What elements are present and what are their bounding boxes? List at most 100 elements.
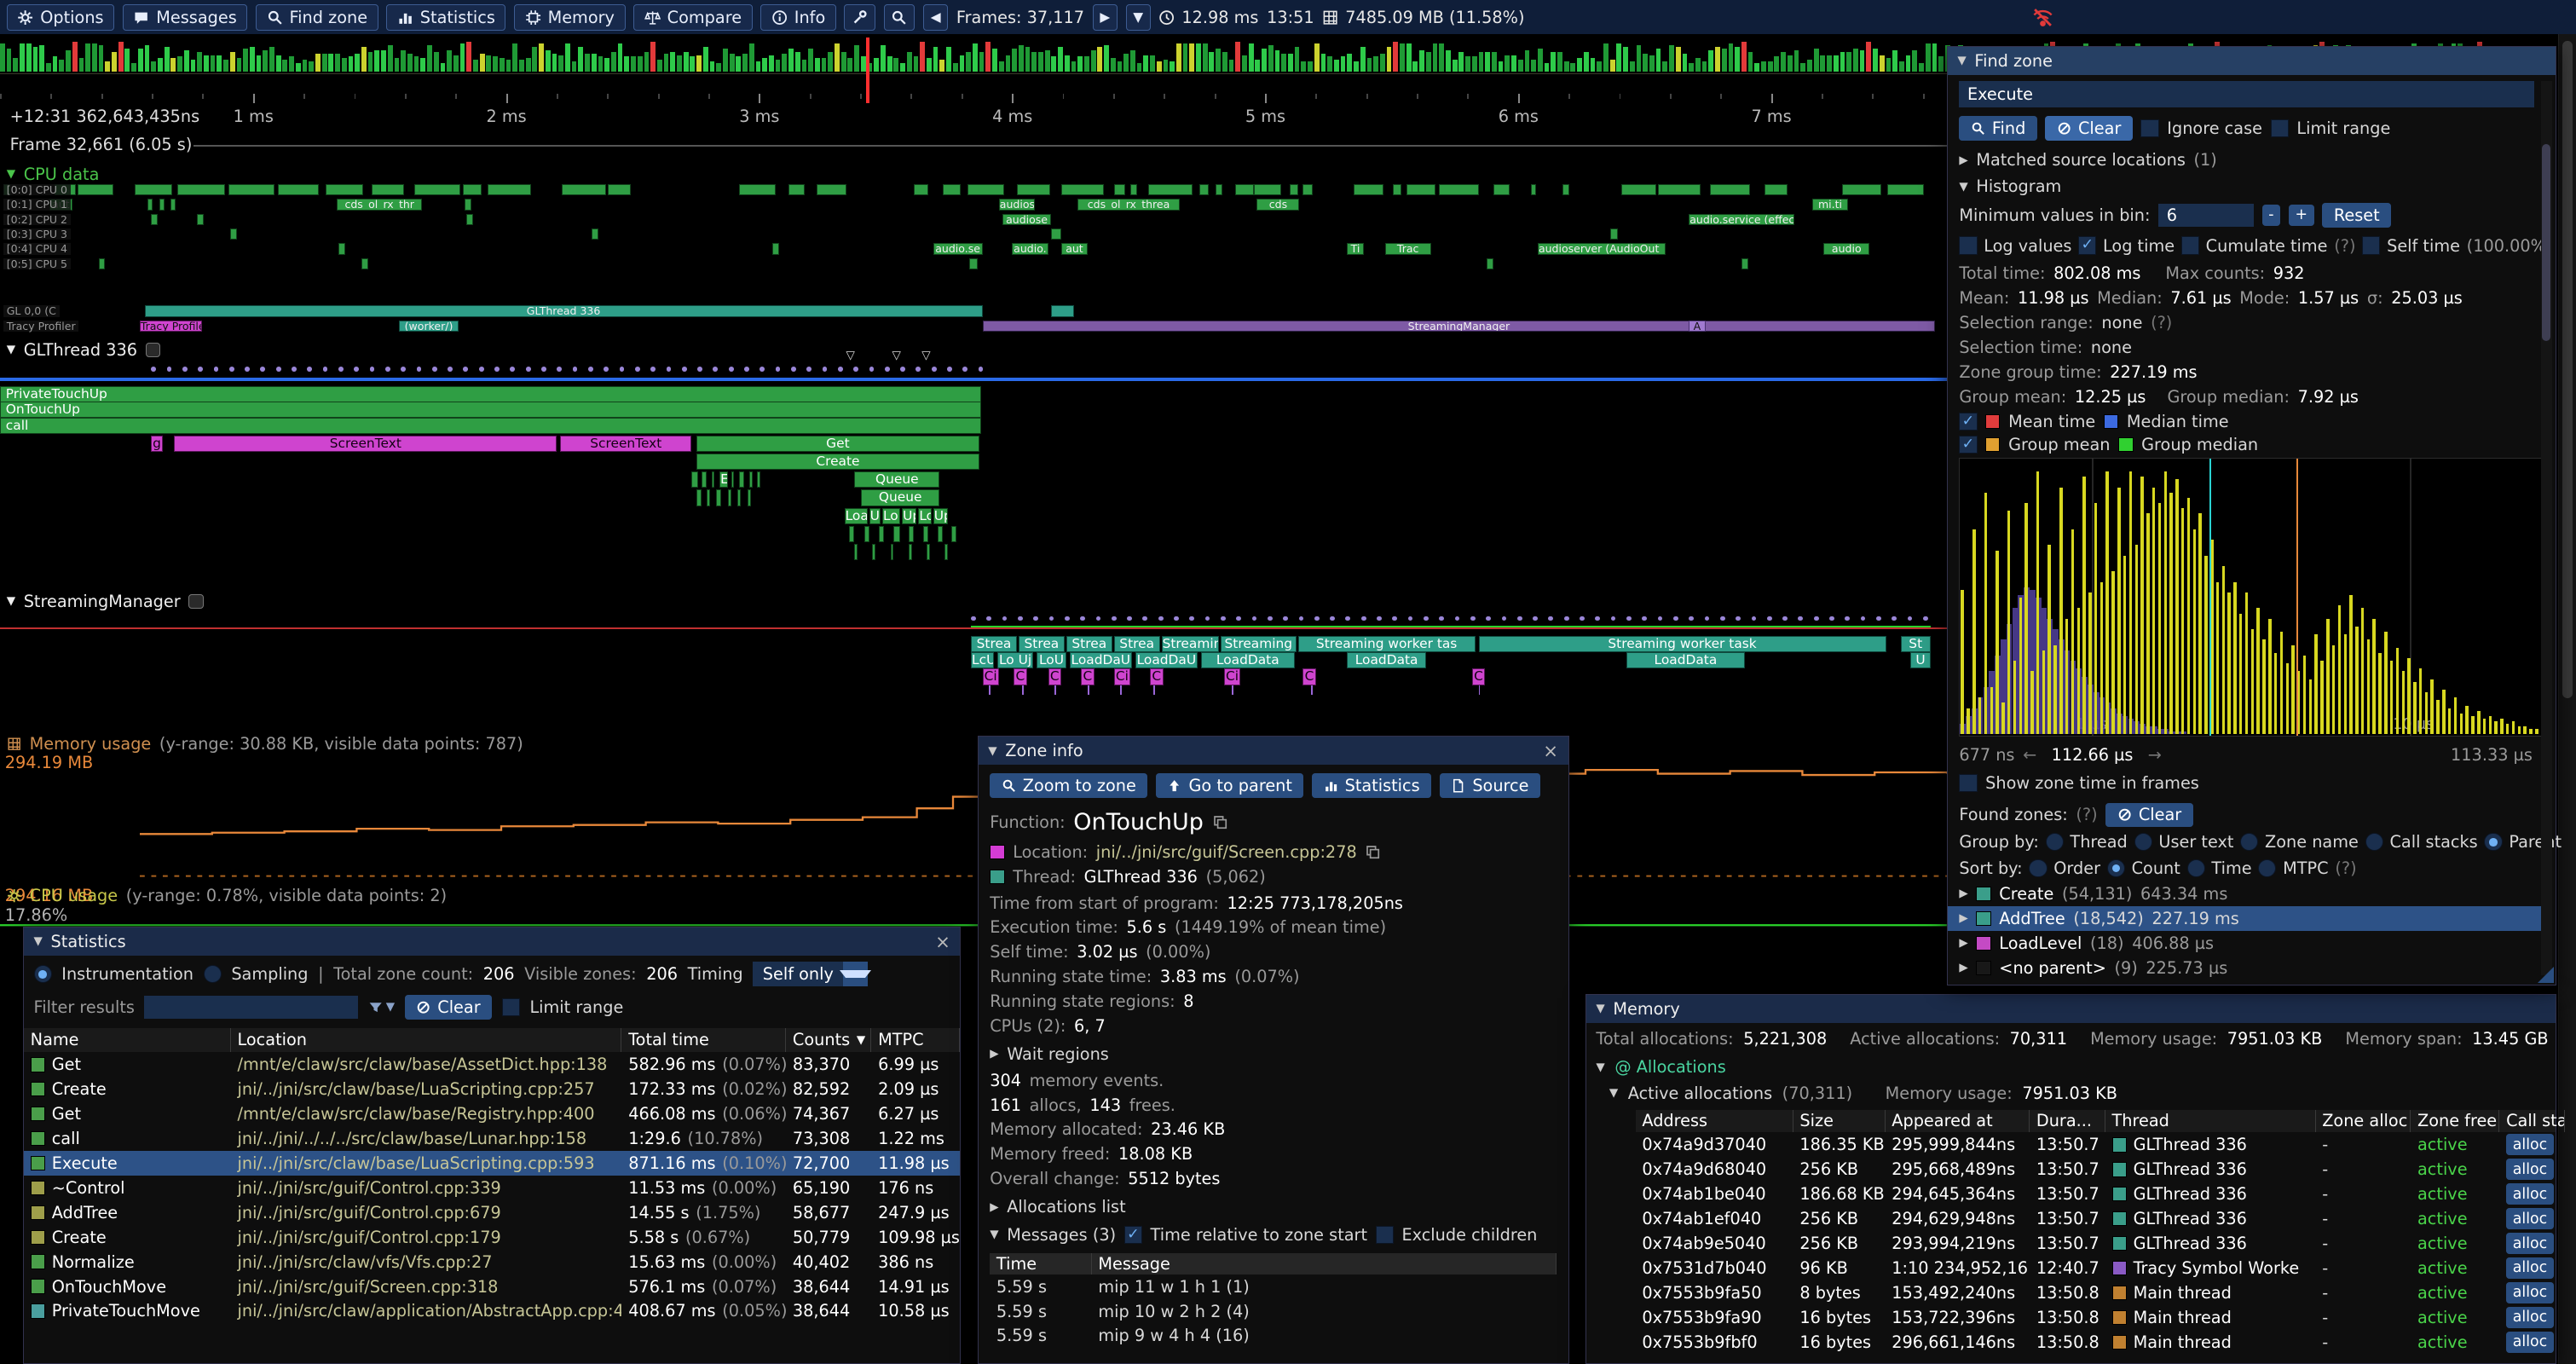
frame-bar[interactable] bbox=[539, 43, 544, 72]
zone-bar[interactable]: Loa bbox=[845, 508, 868, 524]
show-zone-time-checkbox[interactable] bbox=[1959, 774, 1977, 792]
frame-bar[interactable] bbox=[466, 42, 471, 72]
zoom-tool-button[interactable] bbox=[884, 4, 915, 31]
frame-bar[interactable] bbox=[191, 60, 196, 71]
zone-bar[interactable] bbox=[938, 526, 943, 542]
min-bin-plus-button[interactable]: + bbox=[2289, 205, 2314, 226]
cpu-zone[interactable] bbox=[1531, 184, 1536, 195]
frame-bar[interactable] bbox=[204, 55, 209, 72]
message-dot[interactable] bbox=[1002, 616, 1008, 621]
frame-bar[interactable] bbox=[684, 52, 689, 72]
zone-bar[interactable]: LoadData bbox=[1626, 652, 1745, 668]
frame-bar[interactable] bbox=[1788, 55, 1793, 72]
histogram-bar[interactable] bbox=[1972, 529, 1975, 735]
cpu-zone[interactable] bbox=[1842, 184, 1881, 195]
find-zone-query-input[interactable] bbox=[1959, 81, 2534, 107]
message-dot[interactable] bbox=[1158, 616, 1164, 621]
frame-bar[interactable] bbox=[282, 60, 287, 71]
frame-bar[interactable] bbox=[1531, 60, 1536, 71]
allocation-row[interactable]: 0x7553b9fa508 bytes153,492,240ns13:50.8M… bbox=[1636, 1280, 2556, 1305]
zone-bar[interactable]: U bbox=[1910, 652, 1930, 668]
message-dot[interactable] bbox=[1049, 616, 1054, 621]
histogram-bar[interactable] bbox=[2355, 627, 2358, 734]
memory-table-header[interactable]: AddressSizeAppeared atDura...ThreadZone … bbox=[1636, 1110, 2556, 1133]
help-icon[interactable]: (?) bbox=[2151, 313, 2172, 332]
zone-marker-icon[interactable]: ▽ bbox=[921, 350, 930, 361]
frame-bar[interactable] bbox=[7, 49, 12, 72]
frame-bar[interactable] bbox=[822, 58, 827, 71]
frame-bar[interactable] bbox=[1406, 43, 1412, 72]
frame-bar[interactable] bbox=[973, 43, 978, 72]
frame-bar[interactable] bbox=[151, 61, 156, 72]
message-dot[interactable] bbox=[604, 367, 609, 372]
ghost-zone-icon[interactable] bbox=[146, 343, 160, 357]
cpu-zone[interactable] bbox=[1393, 184, 1401, 195]
scrollbar-thumb[interactable] bbox=[2542, 144, 2550, 341]
frame-bar[interactable] bbox=[1341, 56, 1346, 71]
frame-bar[interactable] bbox=[355, 54, 360, 72]
tools-button[interactable] bbox=[844, 4, 875, 31]
ignore-case-checkbox[interactable] bbox=[2140, 119, 2158, 137]
message-dot[interactable] bbox=[276, 367, 281, 372]
cpu-zone[interactable]: aut bbox=[1061, 243, 1088, 254]
frame-bar[interactable] bbox=[342, 58, 347, 71]
cpu-usage-header[interactable]: CPU usage(y-range: 0.78%, visible data p… bbox=[7, 886, 447, 905]
filter-clear-button[interactable]: Clear bbox=[405, 995, 492, 1020]
frame-bar[interactable] bbox=[1702, 61, 1707, 72]
frame-bar[interactable] bbox=[1038, 52, 1043, 72]
frame-bar[interactable] bbox=[414, 56, 419, 71]
frame-bar[interactable] bbox=[808, 49, 813, 72]
message-dot[interactable] bbox=[1658, 616, 1663, 621]
frame-bar[interactable] bbox=[558, 55, 563, 72]
histogram-bar[interactable] bbox=[2529, 729, 2532, 734]
radio-zone-name[interactable] bbox=[2240, 833, 2258, 851]
frame-bar[interactable] bbox=[742, 54, 748, 72]
found-zone-group[interactable]: ▶AddTree(18,542)227.19 ms bbox=[1948, 906, 2543, 931]
message-dot[interactable] bbox=[417, 367, 422, 372]
message-dot[interactable] bbox=[1876, 616, 1881, 621]
frame-bar[interactable] bbox=[795, 52, 800, 72]
zone-bar[interactable]: LcU bbox=[971, 652, 994, 668]
histogram-bar[interactable] bbox=[2013, 661, 2016, 734]
frame-bar[interactable] bbox=[1662, 61, 1667, 72]
frame-bar[interactable] bbox=[1656, 49, 1661, 72]
cpu-zone[interactable]: Trac bbox=[1385, 243, 1431, 254]
histogram-bar[interactable] bbox=[2518, 726, 2521, 734]
message-dot[interactable] bbox=[1096, 616, 1101, 621]
cpu-zone[interactable]: StreamingManager bbox=[983, 321, 1936, 332]
frame-bar[interactable] bbox=[118, 42, 124, 72]
frame-bar[interactable] bbox=[1400, 43, 1405, 72]
zone-bar[interactable]: Strea bbox=[1019, 636, 1065, 652]
message-dot[interactable] bbox=[682, 367, 687, 372]
frame-bar[interactable] bbox=[447, 50, 452, 72]
zone-bar[interactable]: Strea bbox=[971, 636, 1017, 652]
radio-user-text[interactable] bbox=[2134, 833, 2152, 851]
frame-bar[interactable] bbox=[99, 45, 104, 72]
frame-bar[interactable] bbox=[1906, 55, 1911, 72]
cpu-zone[interactable] bbox=[147, 199, 153, 210]
message-dot[interactable] bbox=[1486, 616, 1491, 621]
frame-bar[interactable] bbox=[349, 56, 354, 71]
frame-bar[interactable] bbox=[736, 56, 741, 71]
zone-bar[interactable]: LoadData bbox=[1347, 652, 1426, 668]
column-appeared-at[interactable]: Appeared at bbox=[1886, 1110, 2030, 1133]
cpu-zone[interactable] bbox=[466, 214, 473, 225]
find-clear-button[interactable]: Clear bbox=[2045, 116, 2132, 141]
frame-bar[interactable] bbox=[1919, 63, 1924, 72]
message-dot[interactable] bbox=[869, 367, 875, 372]
frame-bar[interactable] bbox=[1807, 60, 1812, 71]
frame-bar[interactable] bbox=[1800, 63, 1805, 72]
statistics-titlebar[interactable]: ▼Statistics× bbox=[24, 928, 960, 956]
frame-bar[interactable] bbox=[1301, 61, 1306, 72]
message-dot[interactable] bbox=[1845, 616, 1850, 621]
message-dot[interactable] bbox=[1548, 616, 1553, 621]
zone-bar[interactable]: LoU bbox=[1037, 652, 1066, 668]
close-icon[interactable]: × bbox=[1543, 742, 1558, 760]
memory-button[interactable]: Memory bbox=[514, 4, 625, 31]
frame-bar[interactable] bbox=[1012, 49, 1017, 72]
frame-bar[interactable] bbox=[696, 55, 702, 72]
cpu-zone[interactable] bbox=[228, 184, 274, 195]
help-icon[interactable]: (?) bbox=[2076, 805, 2097, 824]
zone-bar[interactable]: C bbox=[1081, 668, 1094, 685]
message-dot[interactable] bbox=[260, 367, 265, 372]
